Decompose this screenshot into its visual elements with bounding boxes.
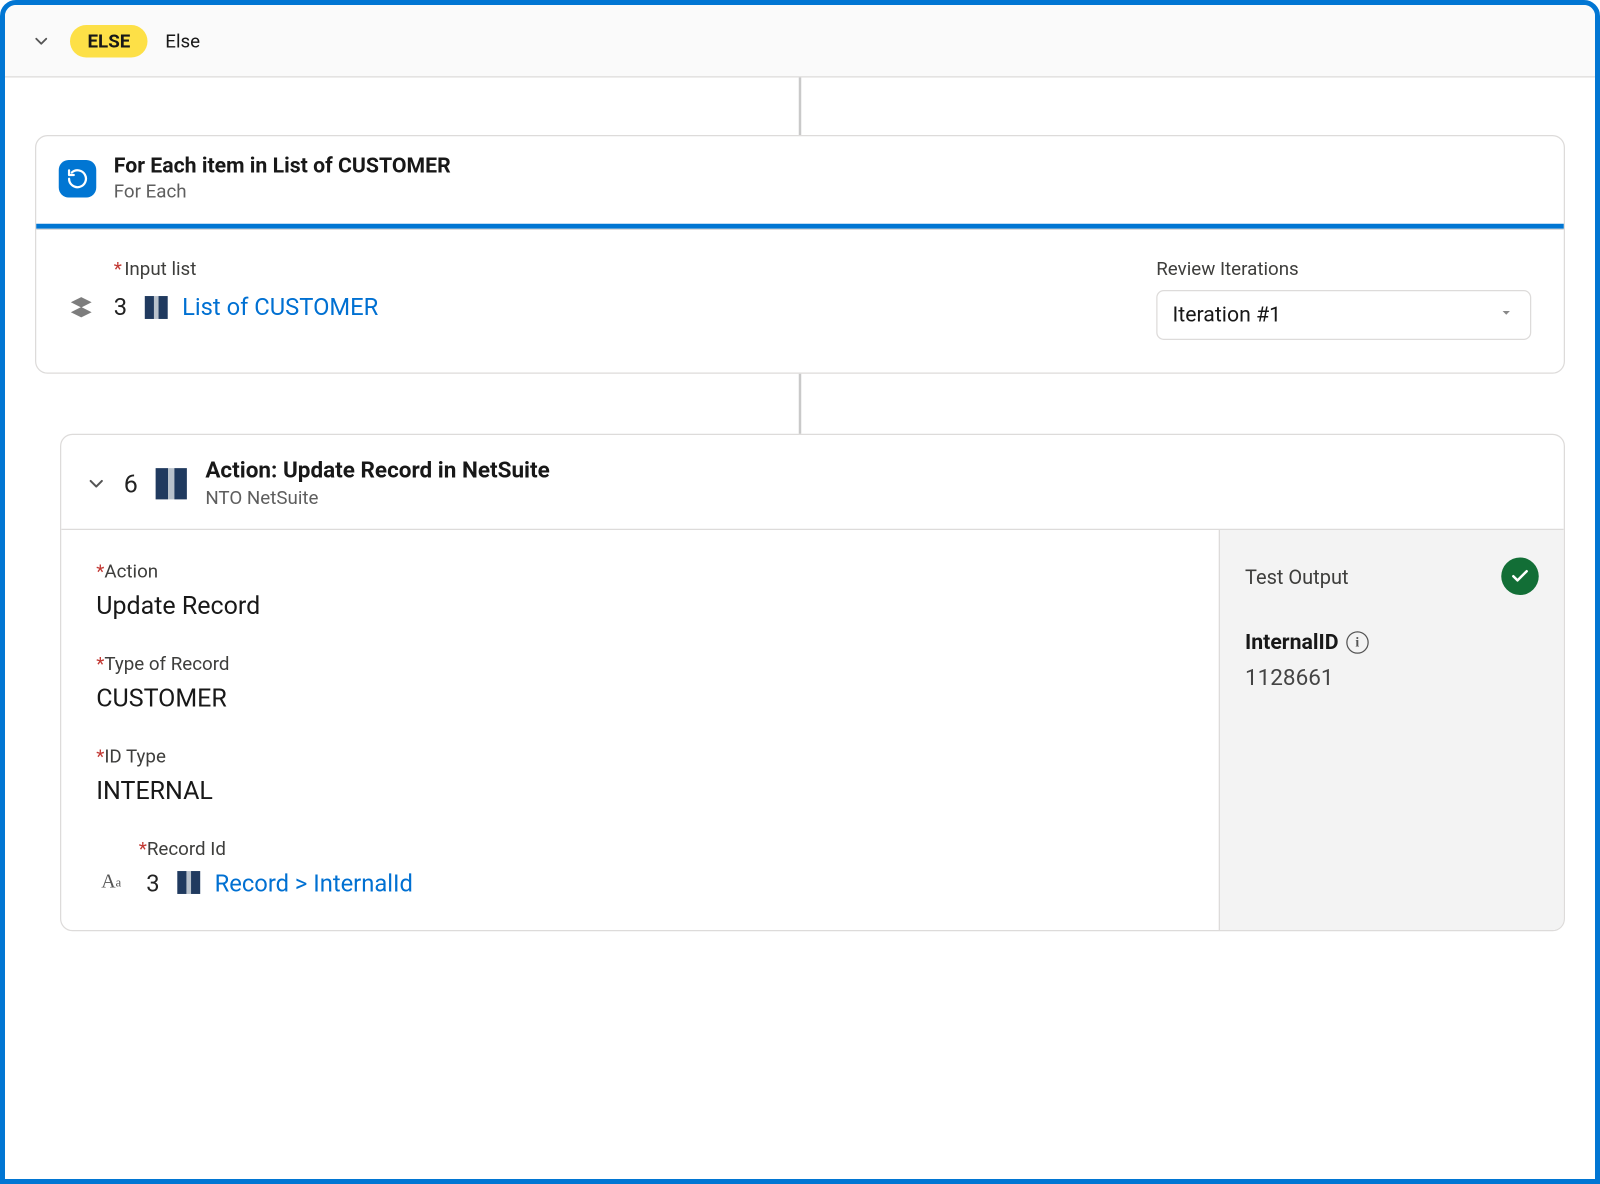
field-id-type: *ID Type INTERNAL bbox=[96, 745, 1184, 805]
iteration-select[interactable]: Iteration #1 bbox=[1156, 290, 1531, 340]
field-record-id: *Record Id Aa 3 Record > InternalId bbox=[139, 838, 1184, 898]
field-action: *Action Update Record bbox=[96, 560, 1184, 620]
action-step-card[interactable]: 6 Action: Update Record in NetSuite NTO … bbox=[60, 434, 1565, 932]
input-list-link[interactable]: List of CUSTOMER bbox=[182, 293, 378, 322]
foreach-subtitle: For Each bbox=[114, 180, 451, 203]
text-type-icon: Aa bbox=[96, 868, 126, 898]
netsuite-icon bbox=[153, 465, 191, 503]
record-id-value[interactable]: Aa 3 Record > InternalId bbox=[96, 868, 1184, 898]
iteration-select-value: Iteration #1 bbox=[1173, 303, 1282, 328]
chevron-down-icon[interactable] bbox=[84, 472, 109, 495]
netsuite-icon bbox=[175, 869, 203, 897]
caret-down-icon bbox=[1498, 303, 1516, 328]
source-step-number: 3 bbox=[146, 868, 159, 897]
action-header: 6 Action: Update Record in NetSuite NTO … bbox=[61, 435, 1564, 530]
output-field-value: 1128661 bbox=[1245, 665, 1539, 691]
flow-connector bbox=[5, 78, 1595, 136]
layers-icon bbox=[69, 294, 94, 319]
input-list-value[interactable]: 3 List of CUSTOMER bbox=[69, 293, 379, 322]
else-label: Else bbox=[165, 29, 200, 52]
foreach-step-card[interactable]: For Each item in List of CUSTOMER For Ea… bbox=[35, 135, 1565, 374]
test-output-title: Test Output bbox=[1245, 565, 1349, 589]
success-check-icon bbox=[1501, 558, 1539, 596]
info-icon[interactable]: i bbox=[1346, 632, 1369, 655]
test-output-panel: Test Output InternalID i 1128661 bbox=[1219, 530, 1564, 930]
else-branch-header[interactable]: ELSE Else bbox=[5, 5, 1595, 78]
step-number: 6 bbox=[124, 468, 138, 498]
output-field-name: InternalID i bbox=[1245, 630, 1539, 655]
foreach-header: For Each item in List of CUSTOMER For Ea… bbox=[36, 136, 1564, 216]
source-step-number: 3 bbox=[114, 293, 127, 322]
action-subtitle: NTO NetSuite bbox=[205, 486, 549, 509]
loop-icon bbox=[59, 160, 97, 198]
else-badge: ELSE bbox=[70, 24, 148, 57]
review-iterations-label: Review Iterations bbox=[1156, 258, 1531, 281]
record-id-link[interactable]: Record > InternalId bbox=[215, 868, 413, 897]
action-title: Action: Update Record in NetSuite bbox=[205, 458, 549, 486]
netsuite-icon bbox=[142, 293, 170, 321]
chevron-down-icon bbox=[30, 29, 53, 52]
field-type-of-record: *Type of Record CUSTOMER bbox=[96, 653, 1184, 713]
flow-connector bbox=[5, 374, 1595, 434]
foreach-title: For Each item in List of CUSTOMER bbox=[114, 154, 451, 181]
input-list-label: *Input list bbox=[69, 258, 379, 281]
